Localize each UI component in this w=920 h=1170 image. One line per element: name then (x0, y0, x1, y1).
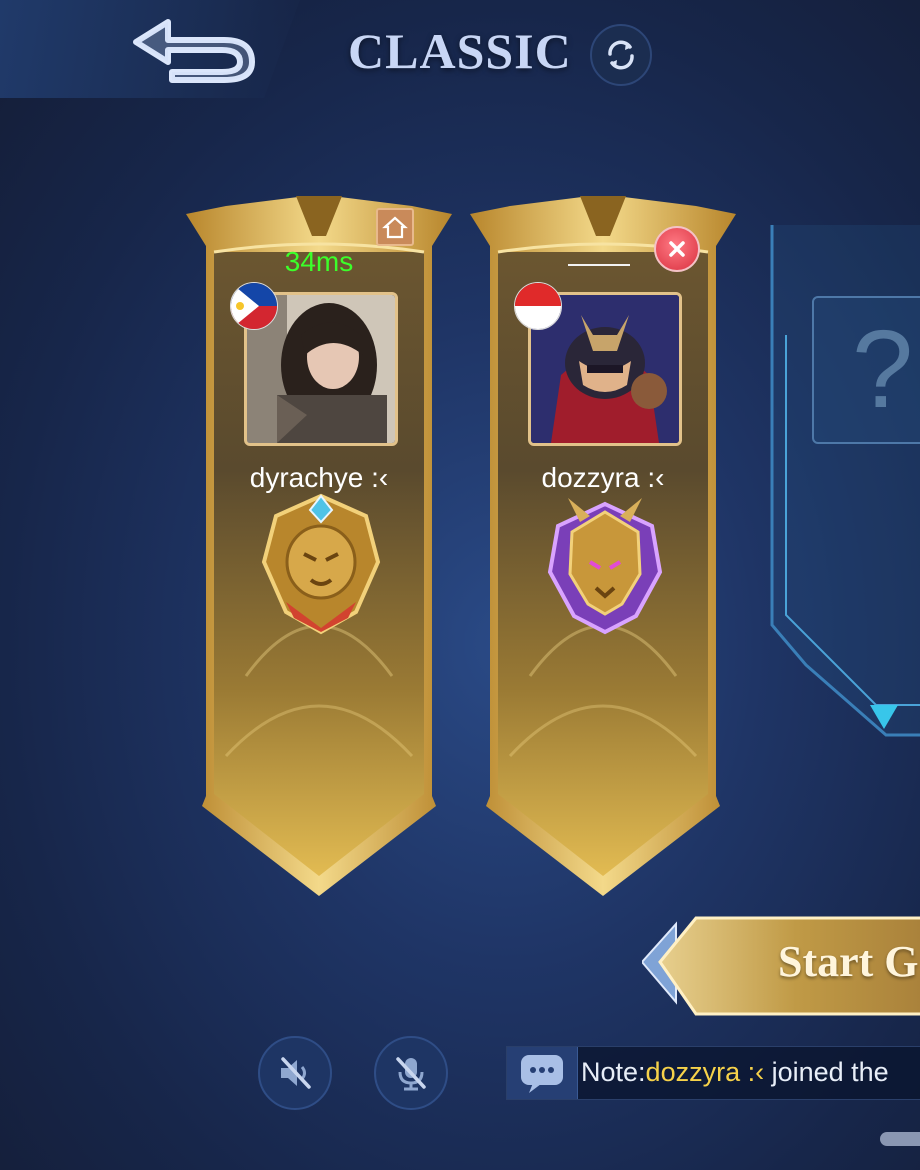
note-prefix: Note: (581, 1057, 646, 1087)
note-suffix: joined the (764, 1057, 889, 1087)
refresh-button[interactable] (590, 24, 652, 86)
gold-lion-rank-icon (256, 492, 386, 636)
speaker-mute-button[interactable] (258, 1036, 332, 1110)
speaker-muted-icon (281, 1057, 311, 1089)
empty-player-slot (766, 205, 920, 740)
indonesia-flag-icon (514, 282, 562, 330)
philippines-flag-icon (230, 282, 278, 330)
lobby-note-text: Note:dozzyra :‹ joined the (581, 1057, 889, 1088)
home-icon (376, 208, 414, 246)
invite-player-slot[interactable]: ? (812, 296, 920, 444)
microphone-mute-button[interactable] (374, 1036, 448, 1110)
note-player-name: dozzyra :‹ (645, 1057, 765, 1087)
player-name: dozzyra :‹ (541, 462, 665, 493)
start-game-button[interactable]: Start G (640, 910, 920, 1022)
player-name: dyrachye :‹ (249, 462, 389, 493)
chat-bubble-icon (521, 1055, 563, 1093)
lobby-note-bar: Note:dozzyra :‹ joined the (506, 1046, 920, 1100)
remove-player-button[interactable] (654, 226, 700, 272)
ping-latency: 34ms (284, 246, 354, 277)
refresh-icon (608, 40, 634, 70)
player-card-2[interactable]: dozzyra :‹ (470, 196, 736, 906)
back-button[interactable] (128, 12, 260, 86)
player-card-1[interactable]: 34ms dyrachye :‹ (186, 196, 452, 906)
back-arrow-icon (133, 19, 255, 83)
chat-button[interactable] (507, 1047, 578, 1099)
close-icon (669, 241, 685, 257)
start-game-label: Start G (778, 937, 919, 986)
blue-banner-outline-icon (770, 225, 920, 737)
microphone-muted-icon (396, 1057, 426, 1091)
question-mark-icon: ? (852, 308, 914, 431)
game-mode-title: CLASSIC (348, 23, 572, 79)
ping-placeholder (568, 264, 630, 266)
purple-dragon-rank-icon (540, 492, 670, 636)
scroll-handle[interactable] (880, 1132, 920, 1146)
